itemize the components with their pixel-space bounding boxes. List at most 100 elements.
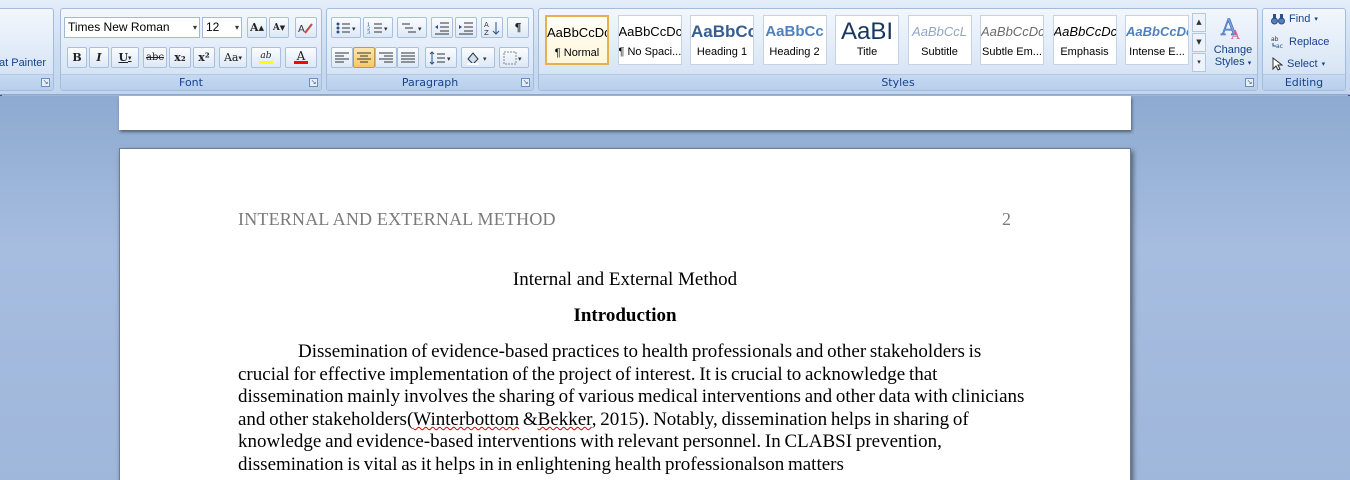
increase-indent-icon[interactable]: [455, 17, 477, 38]
select-label: Select: [1287, 58, 1318, 70]
styles-scroll-up-icon[interactable]: ▲: [1192, 13, 1206, 32]
replace-button[interactable]: ab ac Replace: [1271, 35, 1329, 49]
style-tile-4[interactable]: AaBI Title: [835, 15, 899, 65]
svg-text:▾: ▾: [352, 25, 356, 33]
style-name: ¶ Normal: [554, 47, 600, 59]
sort-icon[interactable]: AZ: [481, 17, 503, 38]
change-styles-line2-wrap: Styles ▾: [1214, 56, 1252, 68]
align-center-icon[interactable]: [353, 47, 375, 68]
format-painter-button[interactable]: at Painter: [0, 57, 46, 69]
paragraph-launcher-icon[interactable]: ↘: [521, 78, 530, 87]
underline-button[interactable]: U ▾: [111, 47, 139, 68]
style-name: Heading 1: [696, 46, 748, 58]
select-button[interactable]: Select ▾: [1271, 57, 1325, 71]
find-button[interactable]: Find ▾: [1271, 13, 1318, 25]
style-sample: AaBbCc: [691, 22, 753, 41]
clear-formatting-icon[interactable]: A: [295, 17, 317, 38]
numbering-icon[interactable]: 1 2 3 ▾: [363, 17, 393, 38]
font-size-combo[interactable]: 12 ▾: [202, 17, 242, 38]
style-tile-3[interactable]: AaBbCc Heading 2: [762, 15, 827, 65]
justify-icon[interactable]: [397, 47, 419, 68]
styles-scroll-down-icon[interactable]: ▼: [1192, 33, 1206, 52]
document-title[interactable]: Internal and External Method: [120, 269, 1130, 291]
ribbon: at Painter ↘ Times New Roman ▾ 12 ▾ A ▲ A ▼ …: [0, 0, 1350, 95]
style-name: Title: [856, 46, 878, 58]
style-tile-1[interactable]: AaBbCcDc ¶ No Spaci...: [617, 15, 682, 65]
decrease-indent-icon[interactable]: [431, 17, 453, 38]
paragraph-group: ▾ 1 2 3 ▾ ▾ AZ ¶ ▾ ▾ ▾ Paragraph ↘: [326, 8, 534, 91]
svg-text:ab: ab: [1271, 36, 1279, 43]
font-color-button[interactable]: A: [285, 47, 317, 68]
body-paragraph[interactable]: Dissemination of evidence-based practice…: [238, 341, 1028, 477]
show-marks-button[interactable]: ¶: [507, 17, 529, 38]
style-sample: AaBbCcDc: [1053, 24, 1116, 39]
find-label: Find: [1289, 13, 1311, 25]
grow-font-button[interactable]: A ▲: [247, 17, 267, 38]
editing-group: Find ▾ ab ac Replace Select ▾ Editing: [1262, 8, 1346, 91]
style-tile-8[interactable]: AaBbCcDc Intense E...: [1125, 15, 1189, 65]
style-name: Heading 2: [769, 46, 820, 58]
style-tile-2[interactable]: AaBbCc Heading 1: [690, 15, 754, 65]
svg-text:Z: Z: [484, 29, 489, 36]
binoculars-icon: [1271, 14, 1285, 25]
bold-button[interactable]: B: [67, 47, 87, 68]
misspelled-word: professionalson: [664, 453, 785, 475]
style-tile-5[interactable]: AaBbCcL Subtitle: [907, 15, 972, 65]
bullets-icon[interactable]: ▾: [331, 17, 361, 38]
highlight-color-bar: [259, 61, 273, 64]
style-tile-0[interactable]: AaBbCcDc ¶ Normal: [545, 15, 609, 65]
svg-text:A: A: [298, 24, 305, 35]
section-heading[interactable]: Introduction: [120, 305, 1130, 327]
subscript-button[interactable]: x₂: [169, 47, 191, 68]
styles-launcher-icon[interactable]: ↘: [1245, 78, 1254, 87]
font-launcher-icon[interactable]: ↘: [309, 78, 318, 87]
styles-group: AaBbCcDc ¶ Normal AaBbCcDc ¶ No Spaci... AaB…: [538, 8, 1258, 91]
change-case-button[interactable]: Aa ▾: [219, 47, 247, 68]
font-group-label: Font: [61, 74, 321, 90]
previous-page-bottom[interactable]: [119, 96, 1131, 130]
clipboard-group: at Painter ↘: [0, 8, 54, 91]
running-head[interactable]: INTERNAL AND EXTERNAL METHOD: [238, 209, 556, 230]
svg-text:A: A: [1230, 28, 1240, 41]
borders-icon[interactable]: ▾: [499, 47, 529, 68]
svg-text:ac: ac: [1276, 43, 1283, 49]
style-sample: AaBbCcL: [912, 24, 967, 39]
document-page[interactable]: INTERNAL AND EXTERNAL METHOD 2 Internal …: [119, 148, 1131, 480]
style-tile-7[interactable]: AaBbCcDc Emphasis: [1052, 15, 1117, 65]
multilevel-list-icon[interactable]: ▾: [397, 17, 427, 38]
italic-button[interactable]: I: [89, 47, 109, 68]
highlight-button[interactable]: ab: [251, 47, 281, 68]
change-styles-button[interactable]: AA Change Styles ▾: [1209, 11, 1257, 73]
svg-text:A: A: [484, 21, 489, 29]
svg-text:▾: ▾: [447, 55, 451, 63]
style-sample: AaBI: [840, 18, 894, 45]
change-styles-line2: Styles: [1214, 56, 1245, 68]
clipboard-launcher-icon[interactable]: ↘: [41, 78, 50, 87]
paragraph-group-label: Paragraph: [327, 74, 533, 90]
change-styles-icon: AA: [1220, 16, 1240, 42]
chevron-down-icon: ▾: [192, 23, 197, 32]
replace-icon: abac: [1271, 36, 1283, 49]
shading-icon[interactable]: ▾: [461, 47, 495, 68]
styles-more-icon[interactable]: ▾: [1192, 53, 1206, 72]
style-name: Emphasis: [1060, 46, 1109, 58]
shrink-font-button[interactable]: A ▼: [269, 17, 289, 38]
style-name: ¶ No Spaci...: [618, 46, 681, 58]
superscript-button[interactable]: x²: [193, 47, 215, 68]
align-right-icon[interactable]: [375, 47, 397, 68]
page-number[interactable]: 2: [1002, 209, 1011, 230]
style-tile-6[interactable]: AaBbCcDc Subtle Em...: [980, 15, 1044, 65]
font-name-combo[interactable]: Times New Roman ▾: [64, 17, 200, 38]
line-spacing-icon[interactable]: ▾: [425, 47, 457, 68]
align-left-icon[interactable]: [331, 47, 353, 68]
cursor-arrow-icon: [1272, 57, 1283, 71]
strikethrough-button[interactable]: abc: [143, 47, 167, 68]
chevron-down-icon: ▾: [234, 23, 239, 32]
svg-text:▾: ▾: [518, 55, 522, 63]
style-sample: AaBbCcDc: [618, 24, 681, 39]
style-name: Subtitle: [921, 46, 958, 58]
editing-group-label: Editing: [1263, 74, 1345, 90]
style-sample: AaBbCcDc: [547, 25, 607, 40]
style-name: Intense E...: [1129, 46, 1185, 58]
font-color-bar: [294, 61, 308, 64]
